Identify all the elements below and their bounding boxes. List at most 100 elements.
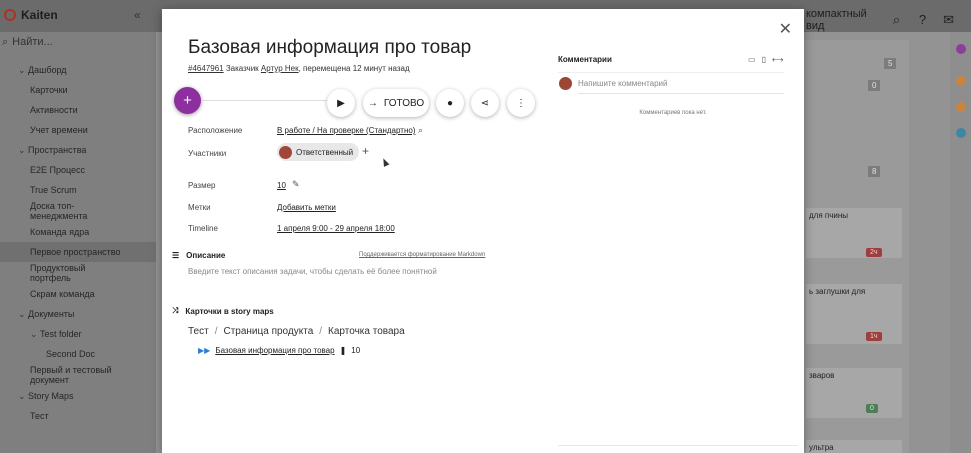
sidebar-item[interactable]: Первое пространство: [0, 242, 156, 262]
ready-label: ГОТОВО: [383, 97, 425, 109]
sidebar-item[interactable]: E2E Процесс: [0, 160, 156, 180]
toolbar-divider: [202, 100, 332, 101]
sidebar-item-label: Первое пространство: [30, 247, 121, 257]
block-button[interactable]: ●: [436, 89, 464, 117]
brand[interactable]: Kaiten: [4, 8, 58, 22]
add-tags-link[interactable]: Добавить метки: [277, 203, 336, 212]
crumb[interactable]: Карточка товара: [328, 326, 405, 337]
timeline-link[interactable]: 1 апреля 9:00 - 29 апреля 18:00: [277, 224, 395, 233]
markdown-help-link[interactable]: Поддерживается форматирование Markdown: [359, 252, 485, 258]
card-id-link[interactable]: #4647961: [188, 64, 224, 73]
sidebar-item[interactable]: Тест: [0, 406, 156, 426]
members-icon[interactable]: [956, 44, 966, 54]
collapse-sidebar-icon[interactable]: «: [134, 8, 141, 22]
sidebar-item[interactable]: Second Doc: [0, 344, 156, 364]
expand-icon[interactable]: ⟷: [772, 55, 783, 64]
sidebar-item[interactable]: Команда ядра: [0, 222, 156, 242]
archive-icon[interactable]: [956, 128, 966, 138]
search-icon: ⌕: [2, 36, 9, 48]
layout-side-icon[interactable]: ▯: [762, 55, 766, 64]
customer-link[interactable]: Артур Нек: [261, 64, 299, 73]
chevron-down-icon[interactable]: ⌄: [18, 140, 28, 160]
sidebar-item[interactable]: Доска топ-менеджмента: [0, 200, 120, 222]
location-link[interactable]: В работе / На проверке (Стандартно): [277, 126, 415, 135]
story-maps-heading-text: Карточки в story maps: [185, 306, 274, 316]
sidebar-item-label: Test folder: [40, 329, 82, 339]
more-button[interactable]: ⋮: [507, 89, 535, 117]
member-chip[interactable]: Ответственный: [277, 143, 360, 161]
add-member-icon[interactable]: +: [362, 144, 369, 158]
description-input[interactable]: Введите текст описания задачи, чтобы сде…: [188, 267, 437, 276]
sidebar-search-input[interactable]: Найти...: [12, 36, 53, 49]
size-icon: ❚: [339, 346, 347, 355]
board-card[interactable]: ультра: [806, 440, 902, 453]
search-icon[interactable]: ⌕: [891, 13, 903, 27]
sidebar-item[interactable]: Первый и тестовый документ: [0, 364, 120, 386]
member-avatar: [279, 145, 292, 159]
chevron-down-icon[interactable]: ⌄: [18, 304, 28, 324]
double-arrow-icon: ▶▶: [198, 346, 211, 355]
notifications-icon[interactable]: [956, 76, 966, 86]
crumb[interactable]: Страница продукта: [223, 326, 313, 337]
sidebar-item[interactable]: True Scrum: [0, 180, 156, 200]
commenter-avatar: [559, 77, 572, 90]
story-map-card-size: 10: [351, 346, 361, 355]
description-heading-text: Описание: [186, 251, 226, 260]
chevron-down-icon[interactable]: ⌄: [18, 386, 28, 406]
crumb-separator: /: [214, 326, 218, 337]
size-value[interactable]: 10: [277, 181, 286, 190]
ready-button[interactable]: → ГОТОВО: [363, 89, 429, 117]
sidebar-item[interactable]: ⌄ Документы: [0, 304, 156, 324]
sidebar: ⌕ Найти... ⌄ Дашборд Карточки Активности Уче…: [0, 32, 156, 453]
sidebar-item-label: Команда ядра: [30, 227, 90, 237]
add-button[interactable]: +: [174, 87, 201, 114]
alert-icon: ●: [446, 97, 454, 109]
sidebar-item[interactable]: Продуктовый портфель: [0, 262, 120, 284]
sidebar-item[interactable]: Карточки: [0, 80, 156, 100]
sidebar-item-label: Активности: [30, 105, 78, 115]
sidebar-item[interactable]: ⌄ Пространства: [0, 140, 156, 160]
board-card[interactable]: для пчины: [806, 208, 902, 258]
comments-heading: Комментарии: [558, 55, 612, 64]
share-icon: ⋖: [480, 97, 490, 109]
sidebar-item[interactable]: Активности: [0, 100, 156, 120]
sidebar-nav: ⌄ Дашборд Карточки Активности Учет времени ⌄ П…: [0, 60, 156, 426]
help-icon[interactable]: ?: [917, 13, 929, 27]
sidebar-item[interactable]: Учет времени: [0, 120, 156, 140]
view-mode-label[interactable]: компактный вид: [806, 8, 877, 32]
sidebar-item-label: Учет времени: [30, 125, 88, 135]
board-card[interactable]: зваров: [806, 368, 902, 418]
start-button[interactable]: ▶: [327, 89, 355, 117]
layout-bottom-icon[interactable]: ▭: [748, 55, 756, 64]
close-icon[interactable]: ✕: [779, 19, 792, 39]
card-title[interactable]: Базовая информация про товар: [188, 37, 471, 59]
sidebar-item-label: Продуктовый портфель: [30, 263, 86, 283]
share-button[interactable]: ⋖: [471, 89, 499, 117]
sidebar-search[interactable]: ⌕ Найти...: [2, 36, 53, 49]
sidebar-item[interactable]: ⌄ Story Maps: [0, 386, 156, 406]
app-name: Kaiten: [21, 8, 58, 22]
crumb-separator: /: [319, 326, 323, 337]
tags-label: Метки: [188, 203, 211, 212]
mail-icon[interactable]: ✉: [943, 13, 955, 27]
activity-icon[interactable]: [956, 102, 966, 112]
right-rail: [950, 32, 971, 453]
comments-layout-tools: ▭ ▯ ⟷: [748, 55, 783, 64]
description-heading: ☰ Описание: [172, 251, 225, 260]
members-label: Участники: [188, 149, 227, 158]
sidebar-item-label: True Scrum: [30, 185, 77, 195]
sidebar-item[interactable]: ⌄ Test folder: [0, 324, 156, 344]
edit-pencil-icon[interactable]: ✎: [292, 179, 300, 190]
search-icon[interactable]: ⌕: [418, 125, 423, 136]
timeline-label: Timeline: [188, 224, 218, 233]
chevron-down-icon[interactable]: ⌄: [18, 60, 28, 80]
sidebar-item[interactable]: ⌄ Дашборд: [0, 60, 156, 80]
sidebar-item[interactable]: Скрам команда: [0, 284, 156, 304]
story-map-card-link[interactable]: Базовая информация про товар: [215, 346, 334, 355]
crumb[interactable]: Тест: [188, 326, 209, 337]
story-map-breadcrumb: Тест / Страница продукта / Карточка това…: [188, 326, 405, 337]
sidebar-item-label: E2E Процесс: [30, 165, 86, 175]
chevron-down-icon[interactable]: ⌄: [30, 324, 40, 344]
comment-input[interactable]: Напишите комментарий: [578, 74, 784, 94]
board-card[interactable]: ь заглушки для: [806, 284, 902, 344]
